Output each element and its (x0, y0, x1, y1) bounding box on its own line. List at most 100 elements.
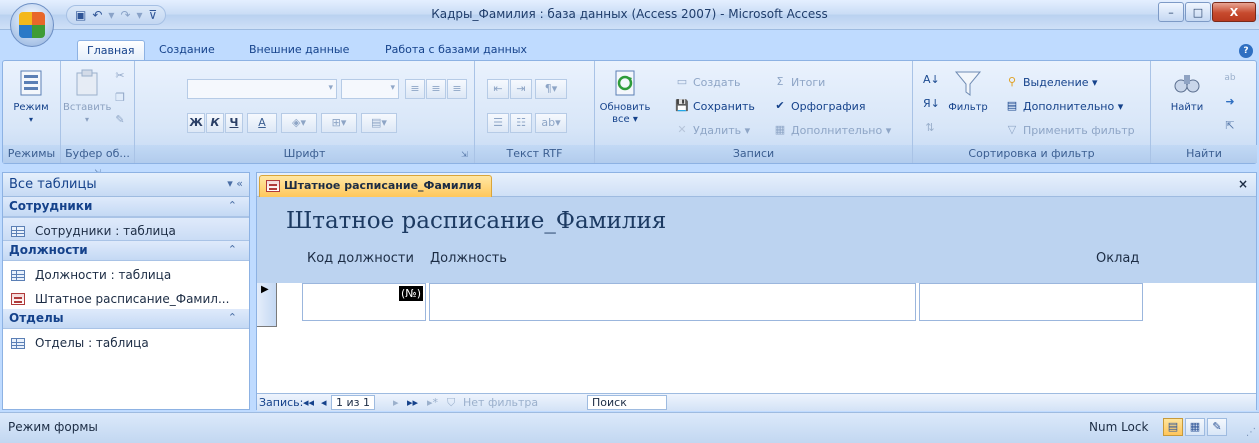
record-selector[interactable]: ▶ (257, 283, 277, 327)
font-color-button[interactable]: А (247, 113, 277, 133)
nav-group-employees[interactable]: Сотрудники ⌃ (3, 197, 249, 217)
paste-button[interactable]: Вставить ▾ (63, 67, 111, 126)
form-title: Штатное расписание_Фамилия (286, 208, 667, 234)
align-left-icon[interactable]: ≡ (405, 79, 425, 99)
delete-record-button[interactable]: ✕ Удалить ▾ (675, 123, 750, 137)
nav-item-departments-table[interactable]: Отделы : таблица (3, 329, 249, 353)
design-view-button[interactable]: ✎ (1207, 418, 1227, 436)
align-center-icon[interactable]: ≡ (426, 79, 446, 99)
tab-database-tools[interactable]: Работа с базами данных (385, 43, 527, 60)
form-icon (266, 180, 280, 192)
increase-indent-icon[interactable]: ⇥ (510, 79, 532, 99)
replace-icon[interactable]: ab (1223, 71, 1237, 85)
filter-status[interactable]: Нет фильтра (463, 396, 538, 409)
save-record-button[interactable]: 💾 Сохранить (675, 99, 755, 113)
bold-button[interactable]: Ж (187, 113, 205, 133)
underline-button[interactable]: Ч (225, 113, 243, 133)
new-record-button[interactable]: ▭ Создать (675, 75, 741, 89)
nav-pane-header[interactable]: Все таблицы ▾ « (3, 173, 249, 197)
nav-item-label: Должности : таблица (35, 268, 172, 282)
advanced-filter-button[interactable]: ▤ Дополнительно ▾ (1005, 99, 1123, 113)
numbering-icon[interactable]: ☰ (487, 113, 509, 133)
search-input[interactable]: Поиск (587, 395, 667, 410)
form-view-button[interactable]: ▤ (1163, 418, 1183, 436)
group-sort-filter: A↓ Я↓ ⇅ Фильтр ⚲ Выделение ▾ ▤ Дополнитель… (913, 61, 1151, 163)
nav-item-label: Штатное расписание_Фамил... (35, 292, 230, 306)
filter-label: Фильтр (948, 102, 988, 113)
help-icon[interactable]: ? (1239, 44, 1253, 58)
minimize-button[interactable]: – (1158, 2, 1184, 22)
status-bar: Режим формы Num Lock ▤ ▦ ✎ ⋰ (0, 412, 1259, 443)
sort-ascending-icon[interactable]: A↓ (923, 73, 940, 87)
italic-button[interactable]: К (206, 113, 224, 133)
column-label-code: Код должности (307, 251, 414, 266)
current-record-field[interactable]: 1 из 1 (331, 395, 375, 410)
next-record-icon[interactable]: ▸ (393, 396, 399, 409)
advanced-label: Дополнительно ▾ (1023, 99, 1124, 113)
sort-descending-icon[interactable]: Я↓ (923, 97, 940, 111)
view-button[interactable]: Режим ▾ (7, 67, 55, 126)
nav-group-departments[interactable]: Отделы ⌃ (3, 309, 249, 329)
format-painter-icon[interactable]: ✎ (113, 113, 127, 127)
decrease-indent-icon[interactable]: ⇤ (487, 79, 509, 99)
position-field[interactable] (429, 283, 916, 321)
gridlines-icon[interactable]: ⊞▾ (321, 113, 357, 133)
nav-item-positions-table[interactable]: Должности : таблица (3, 261, 249, 285)
nav-group-positions[interactable]: Должности ⌃ (3, 241, 249, 261)
selection-button[interactable]: ⚲ Выделение ▾ (1005, 75, 1098, 89)
prev-record-icon[interactable]: ◂ (321, 396, 327, 409)
group-label-find: Найти (1151, 145, 1257, 163)
first-record-icon[interactable]: ◂◂ (303, 396, 314, 409)
new-record-nav-icon[interactable]: ▸* (427, 396, 438, 409)
apply-filter-button[interactable]: ▽ Применить фильтр (1005, 123, 1135, 137)
code-field[interactable]: (№) (302, 283, 426, 321)
document-area: Штатное расписание_Фамилия × Штатное рас… (256, 172, 1257, 411)
select-icon[interactable]: ⇱ (1223, 119, 1237, 133)
group-rich-text: ⇤ ⇥ ¶▾ ☰ ☷ ab▾ Текст RTF (475, 61, 595, 163)
nav-item-employees-table[interactable]: Сотрудники : таблица (3, 217, 249, 241)
salary-field[interactable] (919, 283, 1143, 321)
last-record-icon[interactable]: ▸▸ (407, 396, 418, 409)
alternate-fill-icon[interactable]: ▤▾ (361, 113, 397, 133)
office-button[interactable] (10, 3, 54, 47)
close-document-icon[interactable]: × (1238, 177, 1248, 191)
paragraph-direction-icon[interactable]: ¶▾ (535, 79, 567, 99)
copy-icon[interactable]: ❐ (113, 91, 127, 105)
apply-filter-label: Применить фильтр (1023, 123, 1135, 137)
refresh-label-2: все ▾ (612, 114, 638, 125)
tab-home[interactable]: Главная (77, 40, 145, 61)
maximize-button[interactable]: □ (1185, 2, 1211, 22)
spelling-button[interactable]: ✔ Орфография (773, 99, 865, 113)
record-navigation-bar: Запись: ◂◂ ◂ 1 из 1 ▸ ▸▸ ▸* ⛉ Нет фильтр… (257, 393, 1256, 411)
collapse-icon[interactable]: ⌃ (228, 199, 237, 212)
collapse-icon[interactable]: ⌃ (228, 243, 237, 256)
document-tab-staffing[interactable]: Штатное расписание_Фамилия (259, 175, 493, 197)
collapse-icon[interactable]: ⌃ (228, 311, 237, 324)
group-label-records: Записи (595, 145, 912, 163)
resize-grip-icon[interactable]: ⋰ (1246, 427, 1256, 438)
refresh-all-button[interactable]: Обновить все ▾ (599, 67, 651, 126)
new-record-icon: ▭ (676, 75, 688, 88)
more-records-button[interactable]: ▦ Дополнительно ▾ (773, 123, 891, 137)
bullets-icon[interactable]: ☷ (510, 113, 532, 133)
advanced-filter-icon: ▤ (1006, 99, 1018, 112)
goto-icon[interactable]: ➜ (1223, 95, 1237, 109)
cut-icon[interactable]: ✂ (113, 69, 127, 83)
nav-pane-controls-icon[interactable]: ▾ « (227, 177, 243, 190)
filter-button[interactable]: Фильтр (941, 67, 995, 114)
layout-view-button[interactable]: ▦ (1185, 418, 1205, 436)
font-launcher-icon[interactable]: ⇲ (461, 150, 471, 160)
close-button[interactable]: X (1212, 2, 1256, 22)
find-button[interactable]: Найти (1163, 67, 1211, 114)
tab-external-data[interactable]: Внешние данные (249, 43, 349, 60)
font-name-combo[interactable] (187, 79, 337, 99)
align-right-icon[interactable]: ≡ (447, 79, 467, 99)
font-size-combo[interactable] (341, 79, 399, 99)
nav-item-staffing-form[interactable]: Штатное расписание_Фамил... (3, 285, 249, 309)
tab-create[interactable]: Создание (159, 43, 215, 60)
clear-sort-icon[interactable]: ⇅ (923, 121, 937, 135)
group-label-font: Шрифт (135, 145, 474, 163)
totals-button[interactable]: Σ Итоги (773, 75, 826, 89)
fill-color-icon[interactable]: ◈▾ (281, 113, 317, 133)
highlight-icon[interactable]: ab▾ (535, 113, 567, 133)
